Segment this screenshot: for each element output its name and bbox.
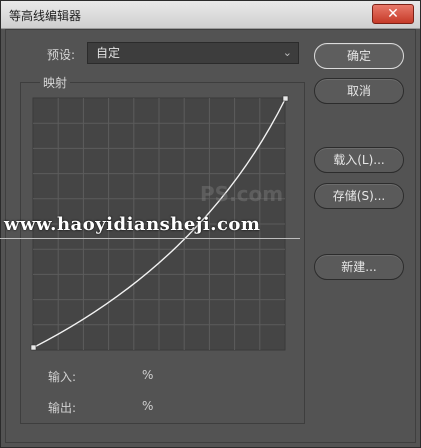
output-label: 输出: [48,401,77,415]
watermark-underline [0,238,300,239]
mapping-label: 映射 [40,74,71,91]
preset-label: 预设: [47,48,76,62]
close-icon: ✕ [387,6,399,22]
close-button[interactable]: ✕ [372,4,414,24]
cancel-button[interactable]: 取消 [314,78,404,104]
background-logo-text: PS.com [200,182,284,206]
chevron-down-icon: ⌄ [282,46,292,59]
preset-select[interactable]: 自定 ⌄ [87,42,299,64]
load-button[interactable]: 载入(L)... [314,147,404,173]
ok-button[interactable]: 确定 [314,43,404,69]
title-bar: 等高线编辑器 ✕ [1,1,420,29]
preset-value: 自定 [96,46,121,60]
input-label: 输入: [48,370,77,384]
curve-start-point[interactable] [30,344,37,351]
new-button[interactable]: 新建... [314,254,404,280]
output-unit: % [142,399,154,413]
watermark-text: www.haoyidiansheji.com [4,214,261,235]
curve-end-point[interactable] [282,95,289,102]
save-button[interactable]: 存储(S)... [314,183,404,209]
dialog-title: 等高线编辑器 [9,9,82,23]
input-unit: % [142,368,154,382]
